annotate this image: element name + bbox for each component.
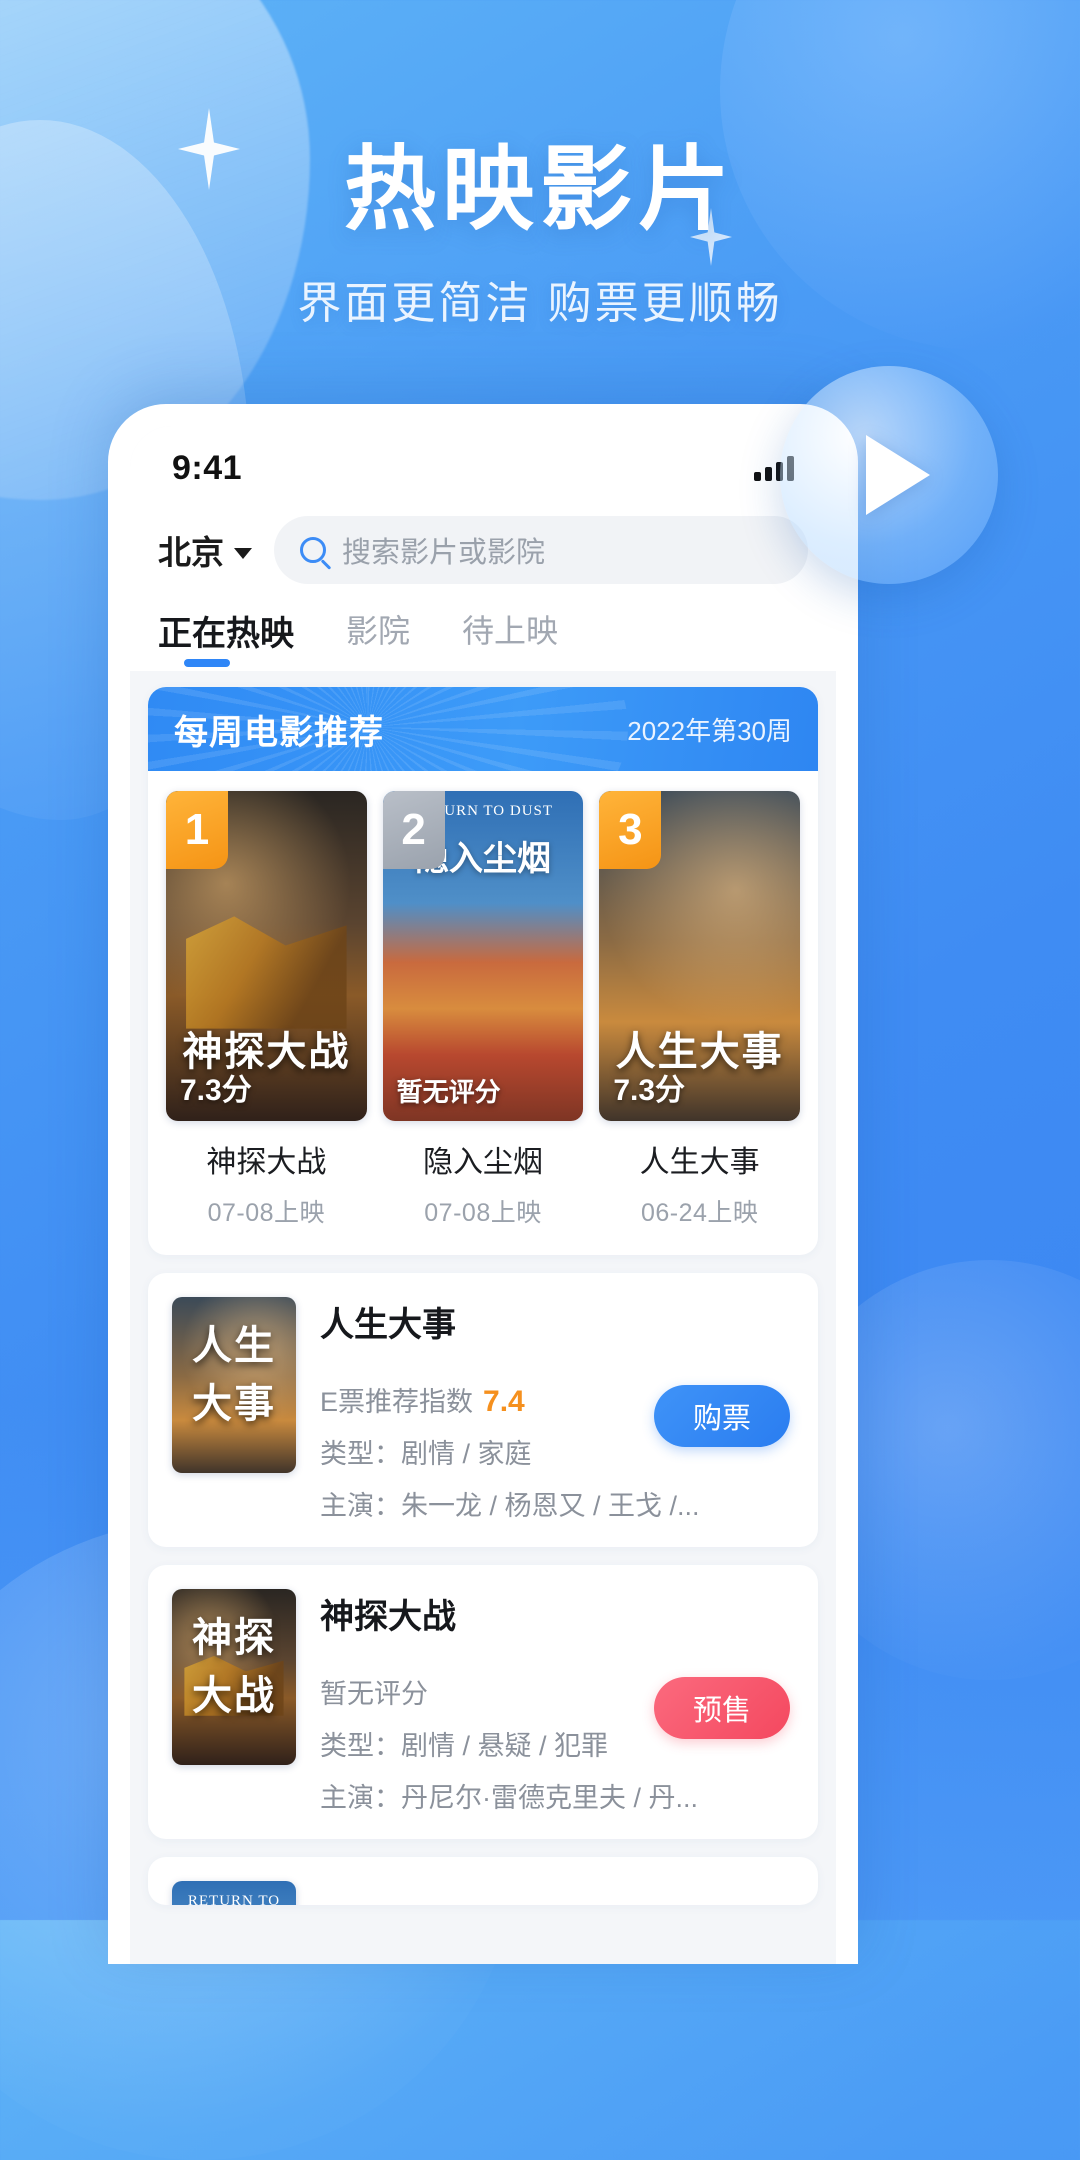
weekly-item[interactable]: 3 7.3分 人生大事 06-24上映	[599, 791, 801, 1229]
presale-button[interactable]: 预售	[654, 1677, 790, 1739]
movie-poster[interactable]: 2 暂无评分	[382, 791, 584, 1121]
phone-mockup: 9:41 北京 搜索影片或影院 正在热映 影院 待上映 每周电影推荐 2022年…	[108, 404, 858, 1964]
movie-poster[interactable]	[172, 1297, 296, 1473]
movie-name: 隐入尘烟	[423, 1146, 543, 1179]
movie-poster[interactable]: 1 7.3分	[166, 791, 367, 1121]
rating-label: E票推荐指数	[320, 1387, 474, 1417]
movie-cast: 主演：朱一龙 / 杨恩又 / 王戈 /...	[320, 1491, 700, 1521]
rank-badge: 3	[599, 791, 662, 869]
movie-list-item[interactable]: 神探大战 暂无评分 类型：剧情 / 悬疑 / 犯罪 主演：丹尼尔·雷德克里夫 /…	[148, 1565, 818, 1839]
hero-section: 热映影片 界面更简洁 购票更顺畅	[0, 139, 1080, 331]
release-date: 07-08上映	[424, 1199, 542, 1227]
poster-score: 暂无评分	[396, 1077, 501, 1107]
search-icon	[300, 537, 326, 563]
city-label: 北京	[158, 534, 224, 571]
weekly-item[interactable]: 1 7.3分 神探大战 07-08上映	[166, 791, 367, 1229]
weekly-poster-row: 1 7.3分 神探大战 07-08上映 2 暂无评分 隐入尘烟 07-08上映	[148, 771, 818, 1255]
rank-badge: 1	[166, 791, 228, 869]
movie-poster[interactable]: 3 7.3分	[599, 791, 801, 1121]
movie-title: 人生大事	[320, 1306, 456, 1344]
play-button[interactable]	[780, 366, 998, 584]
rating-label: 暂无评分	[320, 1679, 428, 1709]
poster-score: 7.3分	[613, 1074, 686, 1107]
status-time: 9:41	[172, 448, 243, 487]
rating-value: 7.4	[483, 1385, 525, 1418]
movie-list-item-partial[interactable]	[148, 1857, 818, 1905]
rank-badge: 2	[382, 791, 445, 869]
chevron-down-icon	[234, 547, 252, 559]
movie-poster[interactable]	[172, 1589, 296, 1765]
city-selector[interactable]: 北京	[158, 526, 252, 574]
buy-ticket-button[interactable]: 购票	[654, 1385, 790, 1447]
movie-poster[interactable]	[172, 1881, 296, 1905]
page-title: 热映影片	[343, 139, 736, 241]
tab-now-showing[interactable]: 正在热映	[158, 606, 294, 671]
page-subtitle: 界面更简洁 购票更顺畅	[297, 279, 783, 329]
weekly-title: 每周电影推荐	[174, 713, 384, 752]
weekly-header: 每周电影推荐 2022年第30周	[148, 687, 818, 771]
tab-bar: 正在热映 影院 待上映	[130, 600, 836, 671]
movie-name: 人生大事	[639, 1146, 760, 1179]
movie-name: 神探大战	[206, 1146, 327, 1179]
poster-score: 7.3分	[180, 1074, 252, 1107]
release-date: 06-24上映	[640, 1199, 759, 1227]
status-bar: 9:41	[130, 426, 836, 510]
movie-cast: 主演：丹尼尔·雷德克里夫 / 丹...	[320, 1783, 698, 1813]
phone-screen: 9:41 北京 搜索影片或影院 正在热映 影院 待上映 每周电影推荐 2022年…	[130, 426, 836, 1964]
movie-list-item[interactable]: 人生大事 E票推荐指数 7.4 类型：剧情 / 家庭 主演：朱一龙 / 杨恩又 …	[148, 1273, 818, 1547]
tab-coming-soon[interactable]: 待上映	[462, 606, 558, 668]
search-placeholder: 搜索影片或影院	[342, 537, 546, 569]
search-input[interactable]: 搜索影片或影院	[274, 516, 808, 584]
weekly-week-label: 2022年第30周	[627, 715, 792, 746]
play-icon	[866, 435, 930, 515]
weekly-recommendation-card[interactable]: 每周电影推荐 2022年第30周 1 7.3分 神探大战 07-08上映	[148, 687, 818, 1255]
tab-cinemas[interactable]: 影院	[346, 606, 410, 668]
weekly-item[interactable]: 2 暂无评分 隐入尘烟 07-08上映	[382, 791, 584, 1229]
release-date: 07-08上映	[207, 1199, 326, 1227]
movie-title: 神探大战	[320, 1598, 456, 1636]
content-scroll-area[interactable]: 每周电影推荐 2022年第30周 1 7.3分 神探大战 07-08上映	[130, 671, 836, 1964]
search-row: 北京 搜索影片或影院	[130, 510, 836, 600]
